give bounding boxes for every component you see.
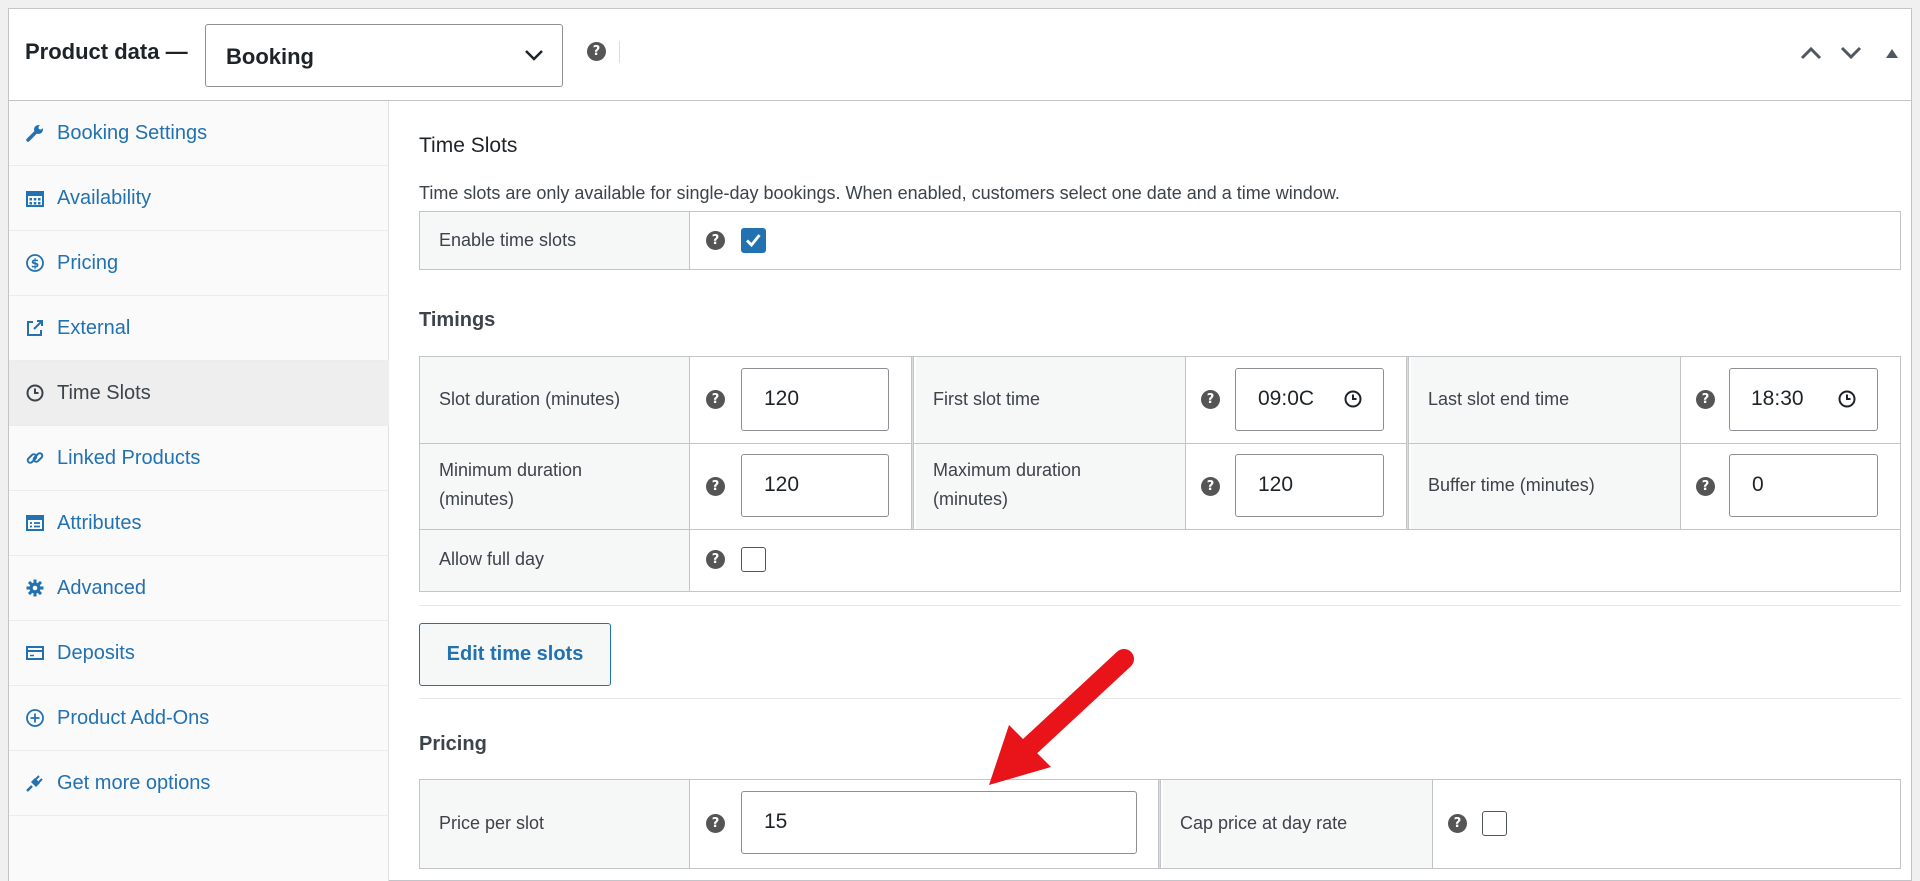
minimum-duration-label: Minimum duration (minutes) <box>439 460 583 509</box>
tab-label: External <box>57 317 131 339</box>
section-description: Time slots are only available for single… <box>419 183 1340 203</box>
clock-icon <box>1344 390 1362 408</box>
tab-label: Linked Products <box>57 447 201 469</box>
tab-label: Get more options <box>57 772 211 794</box>
help-icon[interactable]: ? <box>706 550 725 569</box>
enable-time-slots-checkbox[interactable] <box>741 228 766 253</box>
help-icon[interactable]: ? <box>706 814 725 833</box>
tab-product-add-ons[interactable]: Product Add-Ons <box>9 686 389 751</box>
wrench-icon <box>26 125 43 142</box>
dollar-icon: $ <box>26 254 44 272</box>
slot-duration-label: Slot duration (minutes) <box>439 389 621 409</box>
clock-icon <box>26 384 44 402</box>
collapse-toggle-icon[interactable] <box>1885 47 1899 59</box>
help-icon[interactable]: ? <box>587 42 606 61</box>
edit-time-slots-button[interactable]: Edit time slots <box>419 623 611 686</box>
panel-header: Product data — Booking ? <box>9 9 1911 101</box>
help-icon[interactable]: ? <box>706 390 725 409</box>
enable-time-slots-row: Enable time slots ? <box>419 211 1901 270</box>
help-icon[interactable]: ? <box>1696 477 1715 496</box>
red-arrow-annotation <box>989 649 1134 785</box>
timings-table: Slot duration (minutes) ? 120 First slot… <box>419 356 1901 592</box>
last-slot-end-time-input[interactable]: 18:30 <box>1729 368 1878 431</box>
pricing-table: Price per slot ? 15 Cap price at day rat… <box>419 779 1901 869</box>
help-icon[interactable]: ? <box>706 231 725 250</box>
buffer-time-input[interactable]: 0 <box>1729 454 1878 517</box>
tab-label: Advanced <box>57 577 146 599</box>
tab-label: Booking Settings <box>57 122 208 144</box>
tab-label: Time Slots <box>57 382 151 404</box>
help-icon[interactable]: ? <box>1696 390 1715 409</box>
timings-heading: Timings <box>419 309 496 331</box>
panel-title: Product data — <box>25 39 188 64</box>
slot-duration-input[interactable]: 120 <box>741 368 889 431</box>
clock-icon <box>1838 390 1856 408</box>
link-icon <box>26 452 44 464</box>
first-slot-time-input[interactable]: 09:0C <box>1235 368 1384 431</box>
price-per-slot-label: Price per slot <box>439 813 545 833</box>
plug-icon <box>26 775 43 792</box>
list-icon <box>26 515 44 531</box>
help-icon[interactable]: ? <box>706 477 725 496</box>
tab-label: Availability <box>57 187 152 209</box>
tab-external[interactable]: External <box>9 296 389 361</box>
header-divider <box>619 41 620 63</box>
cap-price-label: Cap price at day rate <box>1180 813 1348 833</box>
help-icon[interactable]: ? <box>1201 390 1220 409</box>
tab-label: Product Add-Ons <box>57 707 210 729</box>
tab-get-more-options[interactable]: Get more options <box>9 751 389 816</box>
product-data-tabs: Booking Settings Availability $ Pricing … <box>9 101 389 881</box>
maximum-duration-input[interactable]: 120 <box>1235 454 1384 517</box>
product-type-select[interactable]: Booking <box>205 24 563 87</box>
checkmark-icon <box>746 234 761 248</box>
tab-deposits[interactable]: Deposits <box>9 621 389 686</box>
card-icon <box>26 646 44 660</box>
svg-text:$: $ <box>31 257 39 271</box>
gear-icon <box>26 579 44 597</box>
pricing-heading: Pricing <box>419 733 487 755</box>
tab-linked-products[interactable]: Linked Products <box>9 426 389 491</box>
minimum-duration-input[interactable]: 120 <box>741 454 889 517</box>
product-type-value: Booking <box>226 44 314 69</box>
allow-full-day-label: Allow full day <box>439 549 545 569</box>
calendar-icon <box>26 191 44 207</box>
buffer-time-label: Buffer time (minutes) <box>1428 475 1595 495</box>
tab-label: Attributes <box>57 512 142 534</box>
tab-label: Deposits <box>57 642 135 664</box>
last-slot-end-time-label: Last slot end time <box>1428 389 1570 409</box>
tab-pricing[interactable]: $ Pricing <box>9 231 389 296</box>
section-title: Time Slots <box>419 134 518 157</box>
tab-booking-settings[interactable]: Booking Settings <box>9 101 389 166</box>
tab-attributes[interactable]: Attributes <box>9 491 389 556</box>
tab-availability[interactable]: Availability <box>9 166 389 231</box>
chevron-down-icon <box>525 50 543 61</box>
move-down-icon[interactable] <box>1839 43 1863 63</box>
price-per-slot-input[interactable]: 15 <box>741 791 1137 854</box>
help-icon[interactable]: ? <box>1448 814 1467 833</box>
move-up-icon[interactable] <box>1799 43 1823 63</box>
first-slot-time-label: First slot time <box>933 389 1041 409</box>
tab-label: Pricing <box>57 252 119 274</box>
external-link-icon <box>27 320 43 336</box>
tab-advanced[interactable]: Advanced <box>9 556 389 621</box>
allow-full-day-checkbox[interactable] <box>741 547 766 572</box>
plus-circle-icon <box>26 709 44 727</box>
product-data-panel: Product data — Booking ? Booking Setting… <box>8 8 1912 881</box>
tab-time-slots[interactable]: Time Slots <box>9 361 389 426</box>
maximum-duration-label: Maximum duration (minutes) <box>933 460 1082 509</box>
enable-time-slots-label: Enable time slots <box>439 230 577 250</box>
help-icon[interactable]: ? <box>1201 477 1220 496</box>
cap-price-checkbox[interactable] <box>1482 811 1507 836</box>
